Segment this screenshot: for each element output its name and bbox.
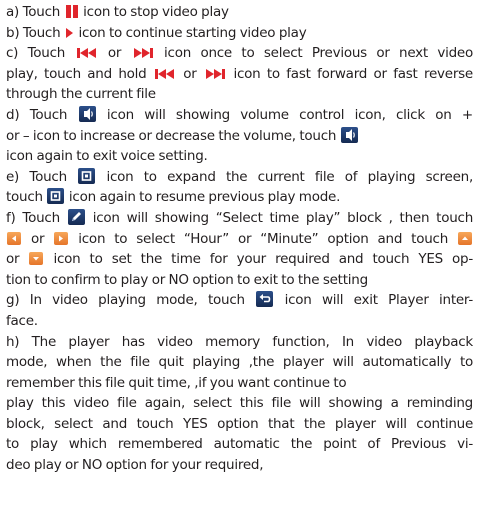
- right-arrow-icon: [54, 231, 69, 245]
- text: block, select and touch YES option that …: [6, 415, 473, 432]
- line-h6: to play which remembered automatic the p…: [6, 434, 473, 455]
- text: icon to select “Hour” or “Minute” option…: [69, 230, 457, 247]
- line-h4: play this video file again, select this …: [6, 393, 473, 414]
- line-e1: e) Touch icon to expand the current file…: [6, 167, 473, 188]
- text: icon will showing “Select time play” blo…: [85, 209, 473, 226]
- text: g) In video playing mode, touch: [6, 292, 256, 309]
- text: icon to continue starting video play: [74, 24, 307, 41]
- line-c2: play, touch and hold or icon to fast for…: [6, 64, 473, 85]
- text: h) The player has video memory function,…: [6, 333, 473, 350]
- volume-icon: [340, 126, 358, 143]
- text: icon again to resume previous play mode.: [65, 189, 341, 206]
- next-track-icon: [204, 68, 226, 80]
- text: icon to set the time for your required a…: [44, 251, 473, 268]
- line-c3: through the current file: [6, 84, 473, 105]
- left-arrow-icon: [7, 231, 21, 245]
- text: a) Touch: [6, 4, 64, 20]
- fullscreen-icon: [78, 167, 96, 184]
- text: face.: [6, 312, 38, 329]
- text: or: [22, 230, 54, 247]
- line-f2: or icon to select “Hour” or “Minute” opt…: [6, 229, 473, 250]
- text: icon once to select Previous or next vid…: [154, 45, 473, 62]
- fullscreen-icon: [47, 188, 65, 205]
- text: c) Touch: [6, 45, 75, 62]
- line-d1: d) Touch icon will showing volume contro…: [6, 105, 473, 126]
- text: or: [98, 45, 131, 62]
- line-f3: or icon to set the time for your require…: [6, 249, 473, 270]
- return-icon: [256, 291, 274, 308]
- line-h2: mode, when the file quit playing ,the pl…: [6, 352, 473, 373]
- text: icon to stop video play: [79, 4, 229, 20]
- text: remember this file quit time, ,if you wa…: [6, 374, 347, 391]
- down-arrow-icon: [29, 252, 44, 266]
- text: or: [176, 65, 204, 82]
- line-f1: f) Touch icon will showing “Select time …: [6, 208, 473, 229]
- line-g2: face.: [6, 311, 473, 332]
- text: e) Touch: [6, 168, 78, 185]
- text: icon again to exit voice setting.: [6, 148, 208, 165]
- next-track-icon: [132, 47, 154, 59]
- text: play this video file again, select this …: [6, 395, 473, 412]
- text: b) Touch: [6, 24, 64, 41]
- line-h7: deo play or NO option for your required,: [6, 455, 473, 476]
- line-a: a) Touch icon to stop video play: [6, 2, 473, 23]
- text: icon to expand the current file of playi…: [96, 168, 473, 185]
- text: deo play or NO option for your required,: [6, 457, 264, 474]
- text: f) Touch: [6, 209, 67, 226]
- text: d) Touch: [6, 106, 78, 123]
- previous-track-icon: [76, 47, 98, 59]
- line-h1: h) The player has video memory function,…: [6, 332, 473, 353]
- text: icon will exit Player inter-: [274, 292, 473, 309]
- text: through the current file: [6, 86, 156, 103]
- text: to play which remembered automatic the p…: [6, 436, 473, 453]
- line-h3: remember this file quit time, ,if you wa…: [6, 373, 473, 394]
- line-h5: block, select and touch YES option that …: [6, 414, 473, 435]
- line-f4: tion to confirm to play or NO option to …: [6, 270, 473, 291]
- line-e2: touch icon again to resume previous play…: [6, 187, 473, 208]
- text: or – icon to increase or decrease the vo…: [6, 127, 340, 144]
- instruction-document: a) Touch icon to stop video play b) Touc…: [0, 0, 479, 476]
- line-d3: icon again to exit voice setting.: [6, 146, 473, 167]
- up-arrow-icon: [458, 231, 472, 245]
- text: or: [6, 251, 29, 268]
- pause-icon: [65, 5, 79, 18]
- line-b: b) Touch icon to continue starting video…: [6, 23, 473, 44]
- line-d2: or – icon to increase or decrease the vo…: [6, 126, 473, 147]
- volume-icon: [78, 105, 96, 122]
- play-icon: [65, 27, 74, 39]
- text: tion to confirm to play or NO option to …: [6, 271, 368, 288]
- line-g1: g) In video playing mode, touch icon wil…: [6, 290, 473, 311]
- text: icon to fast forward or fast reverse: [227, 65, 473, 82]
- text: play, touch and hold: [6, 65, 153, 82]
- pencil-icon: [67, 208, 85, 225]
- previous-track-icon: [154, 68, 176, 80]
- text: mode, when the file quit playing ,the pl…: [6, 354, 473, 371]
- text: touch: [6, 189, 47, 206]
- line-c1: c) Touch or icon once to select Previous…: [6, 43, 473, 64]
- text: icon will showing volume control icon, c…: [96, 106, 473, 123]
